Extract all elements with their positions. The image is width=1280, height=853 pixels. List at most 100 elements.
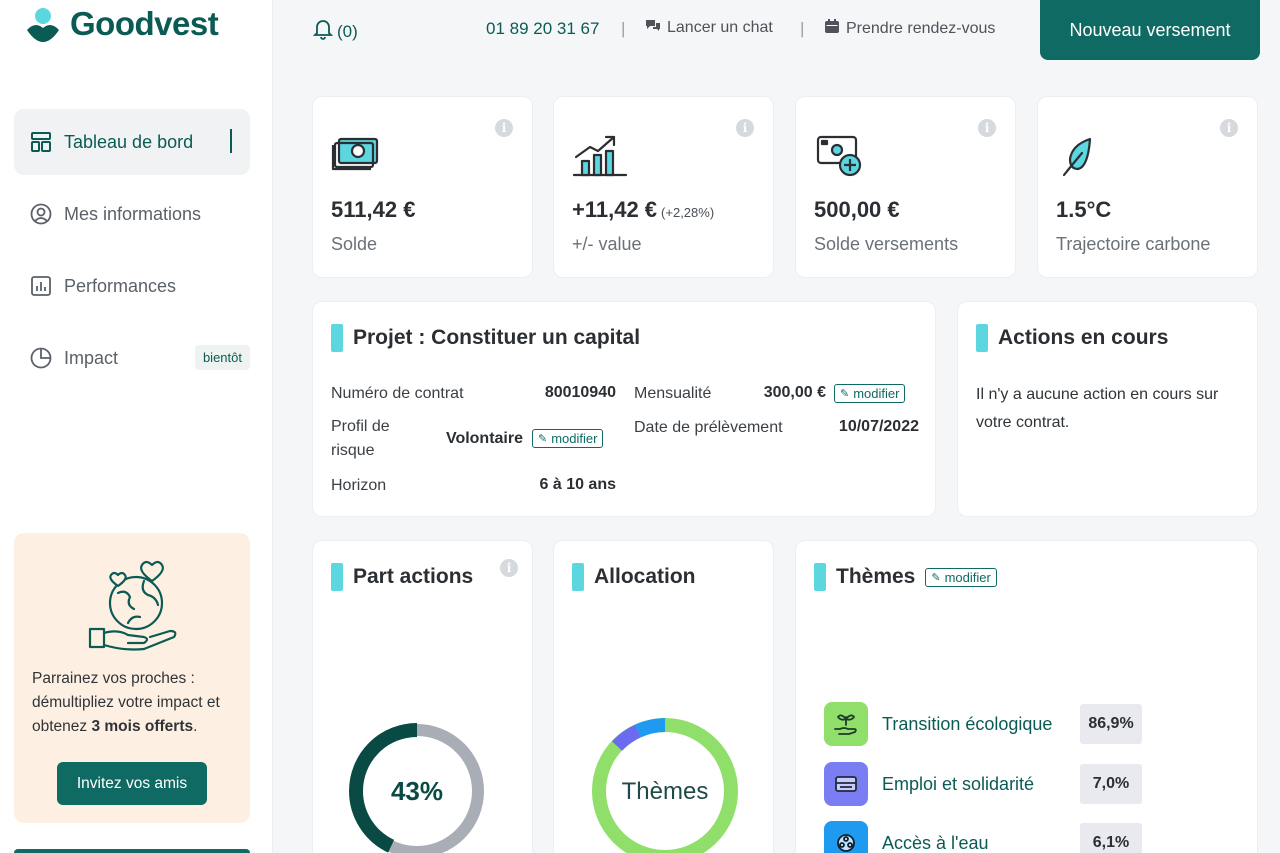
info-icon[interactable]: i	[736, 119, 754, 137]
risk-profile-label: Profil de risque	[331, 418, 390, 459]
sidebar-item-dashboard[interactable]: Tableau de bord	[14, 109, 250, 175]
referral-text-end: .	[193, 718, 198, 735]
theme-row[interactable]: Accès à l'eau 6,1%	[824, 821, 1142, 853]
kpi-value: 500,00 €	[814, 197, 900, 223]
allocation-donut: Thèmes	[592, 718, 738, 853]
goodvest-logo-icon	[26, 4, 60, 44]
notifications-button[interactable]: (0)	[312, 18, 358, 45]
chat-label: Lancer un chat	[667, 19, 773, 36]
project-title: Projet : Constituer un capital	[331, 324, 640, 352]
invite-friends-button[interactable]: Invitez vos amis	[57, 762, 207, 805]
new-payment-button[interactable]: Nouveau versement	[1040, 0, 1260, 60]
title-accent-bar	[976, 324, 988, 352]
appointment-label: Prendre rendez-vous	[846, 19, 996, 37]
logo[interactable]: Goodvest	[26, 4, 219, 44]
kpi-card-gain: i +11,42 € (+2,28%) +/- value	[553, 96, 774, 278]
themes-card: Thèmes ✎ modifier Transition écologique 8…	[795, 540, 1258, 853]
kpi-label: Trajectoire carbone	[1056, 234, 1211, 254]
referral-card: Parrainez vos proches : démultipliez vot…	[14, 533, 250, 823]
chat-icon	[646, 19, 660, 37]
part-actions-card: Part actions i 43%	[312, 540, 533, 853]
title-accent-bar	[331, 563, 343, 591]
theme-percentage: 86,9%	[1080, 704, 1142, 744]
phone-number[interactable]: 01 89 20 31 67	[486, 19, 599, 39]
monthly-label: Mensualité	[634, 385, 712, 402]
actions-card: Actions en cours Il n'y a aucune action …	[957, 301, 1258, 517]
kpi-value: 1.5°C	[1056, 197, 1111, 223]
edit-label: modifier	[944, 569, 991, 585]
sidebar-nav: Tableau de bord Mes informations Perform…	[14, 109, 250, 397]
theme-name: Accès à l'eau	[882, 833, 989, 853]
project-title-text: Projet : Constituer un capital	[353, 326, 641, 349]
bar-chart-icon	[30, 275, 52, 297]
info-icon[interactable]: i	[500, 559, 518, 577]
sidebar-item-label: Mes informations	[64, 203, 202, 224]
appointment-link[interactable]: Prendre rendez-vous	[825, 19, 995, 38]
sidebar-item-impact[interactable]: Impact bientôt	[14, 325, 250, 391]
referral-offer: 3 mois offerts	[91, 718, 194, 735]
kpi-amount: 500,00 €	[814, 197, 900, 222]
edit-monthly-button[interactable]: ✎ modifier	[834, 384, 906, 403]
calendar-icon	[825, 19, 839, 38]
water-icon	[824, 821, 868, 853]
sidebar: Goodvest Tableau de bord Mes information…	[0, 0, 273, 853]
text-cursor	[230, 129, 232, 153]
separator: |	[621, 19, 626, 38]
donut-segment-solidarity	[611, 724, 642, 752]
debit-date-label: Date de prélèvement	[634, 419, 783, 436]
edit-label: modifier	[853, 386, 900, 401]
allocation-card: Allocation Thèmes	[553, 540, 774, 853]
debit-date-value: 10/07/2022	[838, 418, 919, 435]
actions-title: Actions en cours	[976, 324, 1168, 352]
theme-row[interactable]: Emploi et solidarité 7,0%	[824, 762, 1142, 806]
sidebar-item-label: Impact	[64, 347, 119, 368]
coming-soon-badge: bientôt	[194, 345, 250, 370]
allocation-title: Allocation	[572, 563, 696, 591]
part-actions-title-text: Part actions	[353, 565, 474, 588]
solidarity-icon	[824, 762, 868, 806]
info-icon[interactable]: i	[495, 119, 513, 137]
theme-row[interactable]: Transition écologique 86,9%	[824, 702, 1142, 746]
edit-themes-button[interactable]: ✎ modifier	[925, 567, 997, 587]
project-card: Projet : Constituer un capital Numéro de…	[312, 301, 936, 517]
earth-hand-hearts-icon	[84, 551, 184, 651]
kpi-card-deposits: i 500,00 € Solde versements	[795, 96, 1016, 278]
sidebar-item-performances[interactable]: Performances	[14, 253, 250, 319]
theme-percentage: 7,0%	[1080, 764, 1142, 804]
part-actions-value: 43%	[391, 776, 443, 806]
theme-name: Transition écologique	[882, 714, 1053, 734]
risk-profile-value: Volontaire	[445, 430, 523, 447]
title-accent-bar	[572, 563, 584, 591]
monthly-value: 300,00 €	[763, 384, 826, 401]
info-icon[interactable]: i	[1220, 119, 1238, 137]
deposit-plus-icon	[814, 131, 866, 183]
kpi-label: Solde	[331, 234, 378, 254]
kpi-label: +/- value	[572, 234, 642, 254]
actions-empty-text: Il n'y a aucune action en cours sur votr…	[976, 386, 1219, 431]
info-icon[interactable]: i	[978, 119, 996, 137]
separator: |	[800, 19, 805, 38]
horizon-label: Horizon	[331, 477, 387, 494]
pencil-icon: ✎	[538, 433, 548, 445]
notifications-count: (0)	[337, 21, 358, 41]
kpi-amount: 1.5°C	[1056, 197, 1112, 222]
title-accent-bar	[331, 324, 343, 352]
kpi-card-carbon: i 1.5°C Trajectoire carbone	[1037, 96, 1258, 278]
edit-risk-button[interactable]: ✎ modifier	[532, 429, 604, 448]
contract-number-value: 80010940	[544, 384, 616, 401]
chat-link[interactable]: Lancer un chat	[646, 19, 773, 37]
kpi-label: Solde versements	[814, 234, 959, 254]
actions-title-text: Actions en cours	[998, 326, 1169, 349]
sidebar-item-label: Performances	[64, 275, 177, 296]
themes-title-text: Thèmes	[836, 565, 916, 588]
title-accent-bar	[814, 563, 826, 591]
kpi-amount: 511,42 €	[331, 197, 416, 222]
sidebar-item-mes-informations[interactable]: Mes informations	[14, 181, 250, 247]
allocation-title-text: Allocation	[594, 565, 696, 588]
kpi-percent: (+2,28%)	[661, 205, 715, 220]
part-actions-donut: 43%	[349, 723, 485, 853]
sidebar-bottom-button[interactable]	[14, 849, 250, 853]
kpi-card-balance: i 511,42 € Solde	[312, 96, 533, 278]
theme-name: Emploi et solidarité	[882, 774, 1035, 794]
referral-text: Parrainez vos proches : démultipliez vot…	[32, 667, 242, 739]
